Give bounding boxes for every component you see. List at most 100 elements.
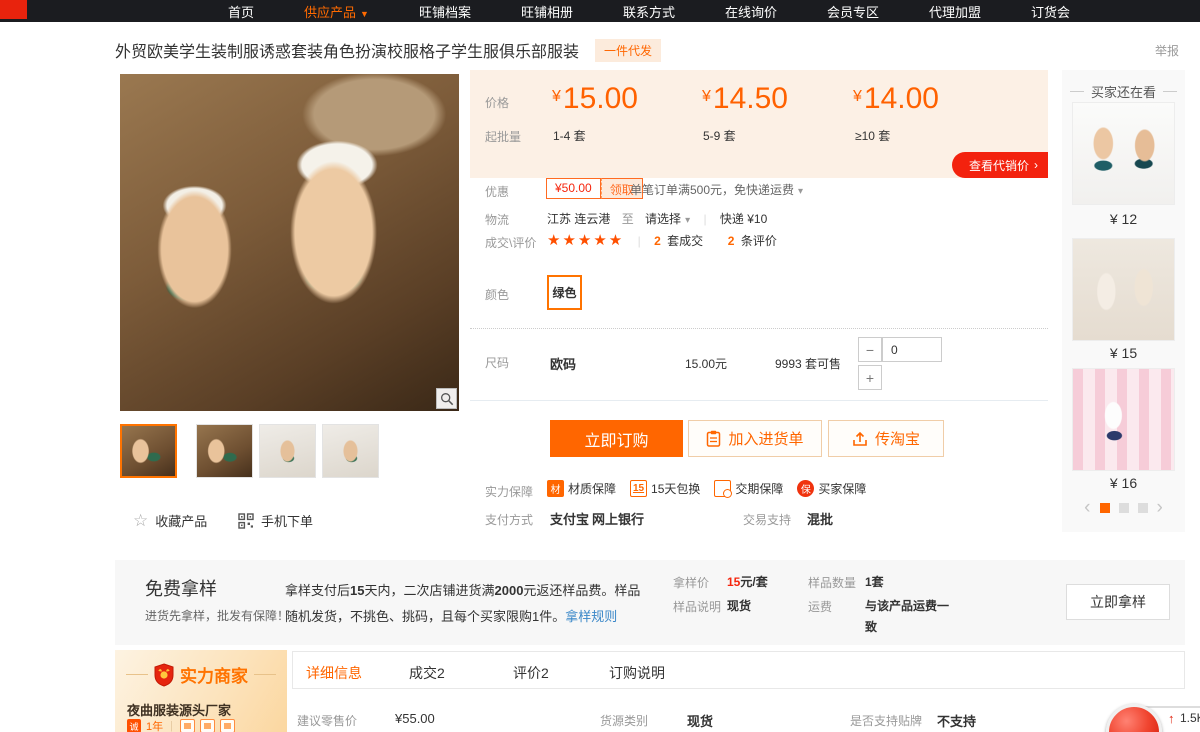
thumbnail-1[interactable] [120,424,177,478]
destination-value: 请选择 [645,212,681,226]
coupon[interactable]: ¥50.00 领取 [546,178,643,199]
guarantee-delivery[interactable]: 交期保障 [714,480,783,497]
send-to-taobao-label: 传淘宝 [875,428,920,449]
price-panel: 价格 ¥15.00 ¥14.50 ¥14.00 起批量 1-4 套 5-9 套 … [470,70,1048,178]
nav-inquiry[interactable]: 在线询价 [725,2,777,21]
thumbnail-2[interactable] [196,424,253,478]
nav-contact[interactable]: 联系方式 [623,2,675,21]
payment-method-alipay: 支付宝 [550,509,589,528]
moq-value-1: 1-4 套 [553,127,586,144]
currency-symbol: ¥ [853,88,862,105]
order-now-button[interactable]: 立即订购 [550,420,683,457]
tab-deals[interactable]: 成交2 [409,663,445,683]
recording-indicator [0,0,27,19]
sample-title: 免费拿样 [145,575,217,601]
guarantee-badges: 材材质保障 1515天包换 交期保障 保买家保障 [547,480,866,497]
favorite-button[interactable]: ☆ 收藏产品 [133,511,207,530]
deal-count: 2 [654,234,661,248]
strength-seller-badge: 实力商家 [115,662,287,687]
nav-shop-profile[interactable]: 旺铺档案 [419,2,471,21]
guarantee-delivery-label: 交期保障 [735,480,783,497]
upload-icon [852,431,868,447]
detail-tabs-bar: 详细信息 成交2 评价2 订购说明 [292,651,1185,689]
guarantee-material-label: 材质保障 [568,480,616,497]
sidebar-product-1-price: ¥ 12 [1062,211,1185,227]
nav-agent-join[interactable]: 代理加盟 [929,2,981,21]
sidebar-product-1-image[interactable] [1072,102,1175,205]
size-price: 15.00元 [685,355,727,372]
nav-supply-products[interactable]: 供应产品▼ [304,2,369,21]
pager-next-icon[interactable]: › [1157,498,1163,517]
nav-home[interactable]: 首页 [228,2,254,21]
sample-note-value: 现货 [727,597,751,614]
add-to-purchase-list-button[interactable]: 加入进货单 [688,420,822,457]
quantity-minus-button[interactable]: − [858,337,882,362]
price-value-2: 14.50 [713,82,788,115]
guarantee-material[interactable]: 材材质保障 [547,480,616,497]
nav-order-fair[interactable]: 订货会 [1031,2,1070,21]
price-tier-2: ¥14.50 [702,82,788,116]
main-product-image[interactable] [120,74,459,411]
trade-support-value: 混批 [807,509,833,528]
star-rating: ★★★★★ [547,232,624,249]
sidebar-product-3-image[interactable] [1072,368,1175,471]
promo-description[interactable]: 单笔订单满500元，免快递运费▾ [630,181,803,198]
deal-count-link[interactable]: 套成交 [667,234,703,248]
quantity-input[interactable] [882,337,942,362]
seller-credential-icons: 诚 1年 | [127,718,235,732]
nav-member-zone[interactable]: 会员专区 [827,2,879,21]
price-tier-1: ¥15.00 [552,82,638,116]
consign-price-label: 查看代销价 [969,157,1029,174]
quantity-plus-button[interactable]: + [858,365,882,390]
sample-subtitle: 进货先拿样，批发有保障！ [145,607,289,624]
pager-dot-3[interactable] [1138,503,1148,513]
price-tier-3: ¥14.00 [853,82,939,116]
strength-seller-label: 实力商家 [180,662,248,687]
pager-dot-1[interactable] [1100,503,1110,513]
nav-shop-album[interactable]: 旺铺相册 [521,2,573,21]
divider: | [703,212,706,226]
source-type-label: 货源类别 [600,712,648,729]
sample-price-label: 拿样价 [673,574,709,591]
sample-ship-value-line2: 致 [865,618,877,635]
sidebar-title: 买家还在看 [1062,82,1185,101]
pager-dot-2[interactable] [1119,503,1129,513]
review-count-link[interactable]: 条评价 [741,234,777,248]
also-viewing-sidebar: 买家还在看 ¥ 12 ¥ 15 ¥ 16 ‹ › [1062,70,1185,532]
coupon-value: ¥50.00 [546,178,601,199]
divider [470,400,1048,401]
price-label: 价格 [485,94,509,111]
review-count: 2 [728,234,735,248]
consign-price-button[interactable]: 查看代销价› [952,152,1048,178]
size-name: 欧码 [550,354,576,373]
logistics-row: 江苏 连云港 至 请选择▾ | 快递 ¥10 [547,210,767,227]
mobile-order-button[interactable]: 手机下单 [238,511,313,530]
seller-card: 实力商家 夜曲服装源头厂家 诚 1年 | [115,650,287,732]
sample-rule-link[interactable]: 拿样规则 [565,609,617,624]
sample-note-label: 样品说明 [673,598,721,615]
guarantee-15day[interactable]: 1515天包换 [630,480,700,497]
thumbnail-3[interactable] [259,424,316,478]
credential-icon-3 [220,719,235,732]
report-link[interactable]: 举报 [1155,42,1179,59]
destination-select[interactable]: 请选择 ▾ [645,212,690,226]
mobile-order-label: 手机下单 [261,511,313,530]
get-sample-button[interactable]: 立即拿样 [1066,584,1170,620]
tab-order-notes[interactable]: 订购说明 [609,663,665,683]
tab-detail-info[interactable]: 详细信息 [306,663,362,683]
thumbnail-4[interactable] [322,424,379,478]
magnifier-icon[interactable] [436,388,457,409]
send-to-taobao-button[interactable]: 传淘宝 [828,420,944,457]
nav-supply-products-label: 供应产品 [304,5,356,20]
tab-reviews[interactable]: 评价2 [513,663,549,683]
guarantee-buyer[interactable]: 保买家保障 [797,480,866,497]
15day-icon: 15 [630,480,647,497]
credential-icon-1 [180,719,195,732]
sidebar-product-2-image[interactable] [1072,238,1175,341]
color-option-green[interactable]: 绿色 [547,275,582,310]
sidebar-product-3-price: ¥ 16 [1062,475,1185,491]
pager-prev-icon[interactable]: ‹ [1084,498,1090,517]
product-detail-panel: 价格 ¥15.00 ¥14.50 ¥14.00 起批量 1-4 套 5-9 套 … [470,70,1048,540]
color-label: 颜色 [485,286,509,303]
chevron-down-icon: ▾ [685,215,690,226]
